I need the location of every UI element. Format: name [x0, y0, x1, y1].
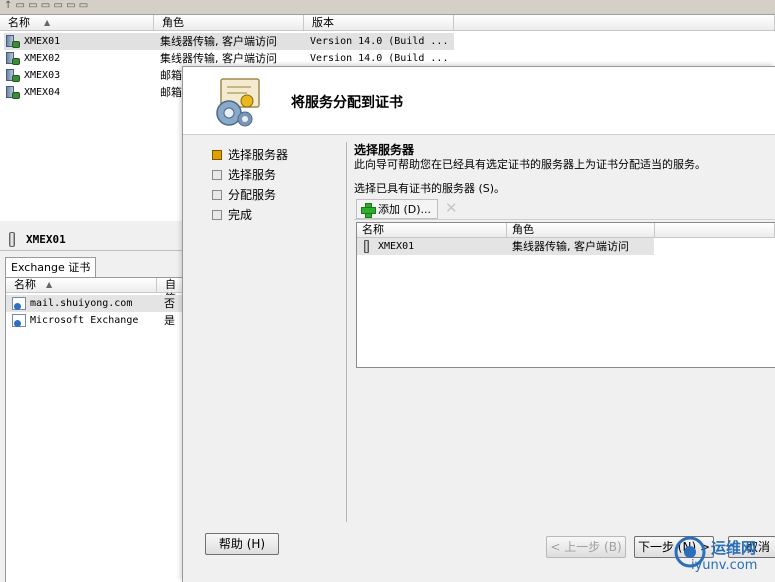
remove-icon[interactable]: ✕: [445, 201, 459, 216]
server-icon: [364, 240, 369, 253]
step-completion: 完成: [211, 205, 288, 225]
step-indicator-icon: [212, 150, 222, 160]
table-row[interactable]: XMEX01 集线器传输, 客户端访问 Version 14.0 (Build …: [4, 33, 454, 50]
table-row[interactable]: XMEX01 集线器传输, 客户端访问: [357, 238, 654, 255]
add-server-button[interactable]: 添加 (D)...: [356, 199, 439, 219]
watermark-url: iyunv.com: [691, 558, 758, 573]
column-header-name[interactable]: 名称 ▲: [0, 15, 154, 31]
column-header-name[interactable]: 名称: [357, 223, 507, 238]
step-select-services: 选择服务: [211, 165, 288, 185]
column-header-role[interactable]: 角色: [154, 15, 304, 31]
tab-exchange-certificates[interactable]: Exchange 证书: [5, 257, 97, 277]
server-icon: [6, 86, 20, 99]
step-indicator-icon: [212, 190, 222, 200]
step-select-server: 选择服务器: [211, 145, 288, 165]
list-item[interactable]: mail.shuiyong.com 否: [6, 295, 182, 312]
watermark-text: 运维网: [711, 539, 757, 557]
certificate-list: 名称 ▲ 自签 mail.shuiyong.com 否 Microsoft Ex…: [5, 277, 187, 582]
page-heading: 选择服务器: [354, 143, 415, 157]
detail-pane-title: XMEX01: [0, 229, 183, 251]
column-header-version[interactable]: 版本: [304, 15, 454, 31]
help-button[interactable]: 帮助 (H): [205, 533, 279, 555]
certificate-wizard-icon: [216, 78, 260, 127]
server-icon: [9, 232, 15, 247]
server-list-label: 选择已具有证书的服务器 (S)。: [354, 182, 506, 195]
column-header-role[interactable]: 角色: [507, 223, 655, 238]
wizard-title: 将服务分配到证书: [291, 95, 403, 111]
server-icon: [6, 69, 20, 82]
certificate-icon: [12, 314, 26, 327]
wizard-banner: 将服务分配到证书: [183, 67, 775, 135]
wizard-divider: [346, 142, 347, 522]
add-icon: [361, 203, 376, 218]
column-header-filler: [454, 15, 775, 31]
column-header-filler: [655, 223, 775, 238]
selected-server-list: 名称 角色 XMEX01 集线器传输, 客户端访问: [356, 222, 775, 368]
detail-pane: XMEX01 Exchange 证书 名称 ▲ 自签 mail.shuiyong…: [0, 221, 187, 582]
step-indicator-icon: [212, 170, 222, 180]
step-indicator-icon: [212, 210, 222, 220]
list-item[interactable]: Microsoft Exchange 是: [6, 312, 182, 329]
sort-asc-icon: ▲: [46, 280, 53, 289]
step-assign-services: 分配服务: [211, 185, 288, 205]
wizard-dialog: 将服务分配到证书 选择服务器 选择服务 分配服务 完成 选择服务器 此向导可帮助…: [182, 66, 775, 582]
wizard-steps: 选择服务器 选择服务 分配服务 完成: [211, 145, 288, 225]
server-icon: [6, 52, 20, 65]
server-icon: [6, 35, 20, 48]
back-button[interactable]: < 上一步 (B): [546, 536, 626, 558]
console-title: ↑ ▭ ▭ ▭ ▭ ▭ ▭: [4, 0, 89, 11]
column-header-name[interactable]: 名称 ▲: [6, 278, 157, 293]
server-list-toolbar: 添加 (D)... ✕: [354, 198, 775, 220]
site-watermark: 运维网 iyunv.com: [673, 533, 775, 578]
certificate-icon: [12, 297, 26, 310]
page-description: 此向导可帮助您在已经具有选定证书的服务器上为证书分配适当的服务。: [354, 158, 706, 171]
wizard-content: 选择服务器 此向导可帮助您在已经具有选定证书的服务器上为证书分配适当的服务。 选…: [354, 143, 775, 368]
sort-asc-icon: ▲: [44, 18, 51, 27]
console-title-bar: ↑ ▭ ▭ ▭ ▭ ▭ ▭: [0, 0, 775, 15]
